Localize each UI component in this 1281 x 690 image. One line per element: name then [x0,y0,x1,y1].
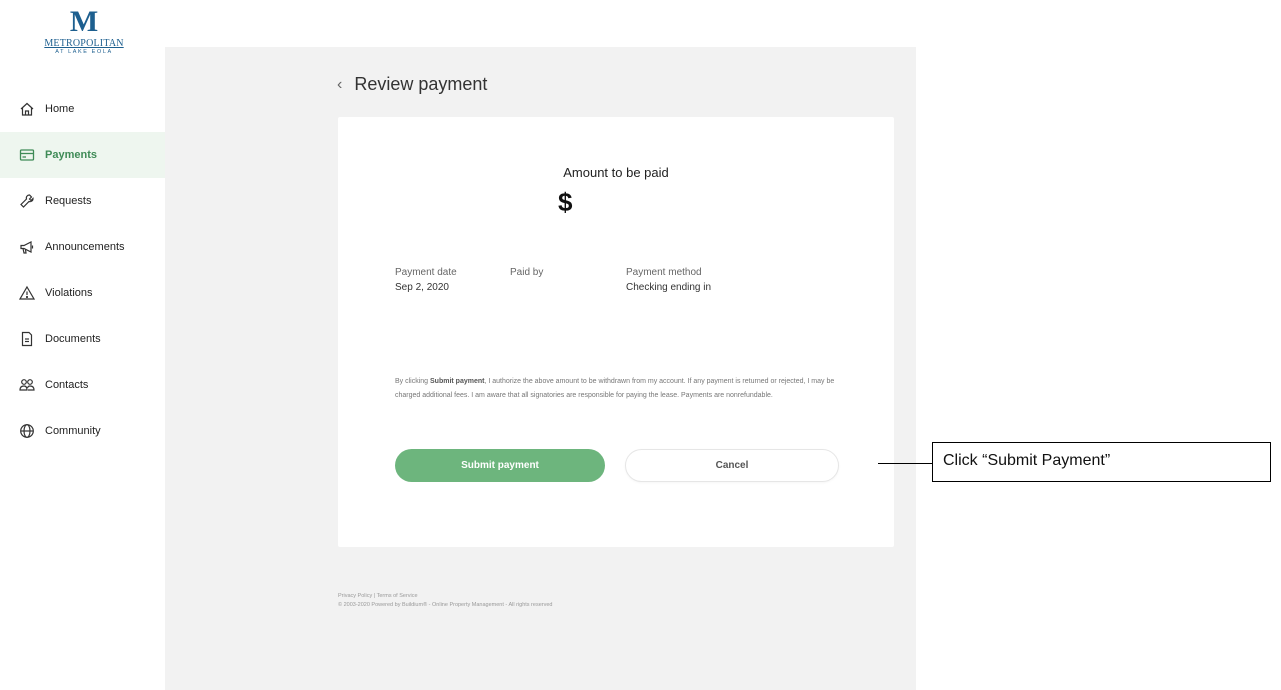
payment-method-label: Payment method [626,267,702,278]
document-icon [18,330,36,348]
privacy-policy-link[interactable]: Privacy Policy [338,593,372,599]
page-title: Review payment [354,74,488,94]
sidebar-item-label: Requests [45,195,92,207]
warning-icon [18,284,36,302]
footer: Privacy Policy | Terms of Service © 2003… [338,592,552,610]
page-header: ‹ Review payment [337,74,487,95]
credit-card-icon [18,146,36,164]
authorization-text: By clicking Submit payment, I authorize … [395,375,835,403]
sidebar: M METROPOLITAN AT LAKE EOLA Home Payment… [0,0,165,690]
annotation-callout: Click “Submit Payment” [932,442,1271,482]
payment-date-field: Payment date Sep 2, 2020 [395,267,457,293]
payment-date-value: Sep 2, 2020 [395,282,449,293]
sidebar-item-payments[interactable]: Payments [0,132,165,178]
amount-title: Amount to be paid [563,165,669,180]
payment-date-label: Payment date [395,267,457,278]
sidebar-item-label: Payments [45,149,97,161]
back-chevron-icon[interactable]: ‹ [337,76,342,94]
sidebar-nav: Home Payments Requests Announcements Vio… [0,86,165,454]
cancel-button[interactable]: Cancel [625,449,839,482]
sidebar-item-label: Home [45,103,75,115]
megaphone-icon [18,238,36,256]
sidebar-item-label: Announcements [45,241,125,253]
logo-name: METROPOLITAN [44,38,124,49]
home-icon [18,100,36,118]
sidebar-item-documents[interactable]: Documents [0,316,165,362]
authorization-emphasis: Submit payment [430,378,485,385]
sidebar-item-label: Violations [45,287,93,299]
sidebar-item-violations[interactable]: Violations [0,270,165,316]
authorization-prefix: By clicking [395,378,431,385]
logo-mark: M [69,5,99,38]
logo-subtitle: AT LAKE EOLA [55,49,113,55]
wrench-icon [18,192,36,210]
sidebar-item-label: Community [45,425,101,437]
submit-payment-button[interactable]: Submit payment [395,449,605,482]
callout-line [878,463,932,464]
payment-review-card: Amount to be paid $ Payment date Sep 2, … [338,117,894,547]
terms-of-service-link[interactable]: Terms of Service [377,593,418,599]
sidebar-item-label: Documents [45,333,101,345]
sidebar-item-community[interactable]: Community [0,408,165,454]
people-icon [18,376,36,394]
sidebar-item-requests[interactable]: Requests [0,178,165,224]
payment-method-value: Checking ending in [626,282,712,293]
logo[interactable]: M METROPOLITAN AT LAKE EOLA [44,5,124,56]
paid-by-field: Paid by [510,267,543,282]
sidebar-item-home[interactable]: Home [0,86,165,132]
amount-value: $ [558,187,573,217]
paid-by-label: Paid by [510,267,544,278]
copyright-text: © 2003-2020 Powered by Buildium® - Onlin… [338,602,553,608]
sidebar-item-label: Contacts [45,379,89,391]
payment-method-field: Payment method Checking ending in [626,267,711,293]
sidebar-item-announcements[interactable]: Announcements [0,224,165,270]
globe-icon [18,422,36,440]
sidebar-item-contacts[interactable]: Contacts [0,362,165,408]
footer-links: Privacy Policy | Terms of Service [338,592,552,601]
